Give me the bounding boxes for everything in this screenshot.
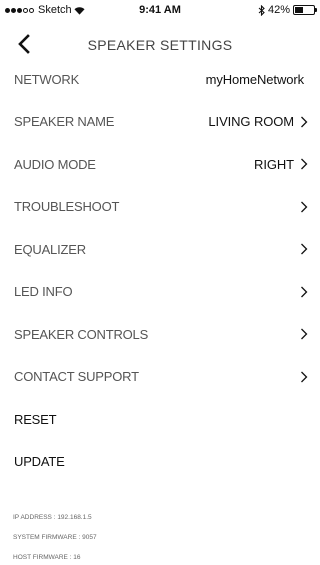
setting-value: LIVING ROOM <box>208 114 294 130</box>
setting-value-group: RIGHT <box>254 157 308 172</box>
setting-row-equalizer[interactable]: EQUALIZER <box>0 228 320 271</box>
setting-row-speaker-name[interactable]: SPEAKER NAME LIVING ROOM <box>0 101 320 144</box>
status-bar: Sketch 9:41 AM 42% <box>0 0 320 20</box>
setting-label: CONTACT SUPPORT <box>14 369 139 385</box>
setting-label: SPEAKER NAME <box>14 114 115 130</box>
setting-value-group: myHomeNetwork <box>206 72 308 87</box>
setting-value-group: LIVING ROOM <box>208 114 308 129</box>
chevron-right-icon <box>301 243 308 255</box>
settings-list: NETWORK myHomeNetwork SPEAKER NAME LIVIN… <box>0 58 320 483</box>
setting-label: EQUALIZER <box>14 241 86 257</box>
setting-label: LED INFO <box>14 284 73 300</box>
setting-label: RESET <box>14 411 57 427</box>
setting-value-group <box>300 286 308 298</box>
host-firmware-text: HOST FIRMWARE : 16 <box>13 554 81 561</box>
chevron-right-icon <box>301 328 308 340</box>
setting-value-group <box>300 201 308 213</box>
update-button[interactable]: UPDATE <box>0 441 320 484</box>
setting-value-group <box>300 328 308 340</box>
reset-button[interactable]: RESET <box>0 398 320 441</box>
setting-value: RIGHT <box>254 156 294 172</box>
chevron-right-icon <box>301 116 308 128</box>
status-right: 42% <box>258 4 317 16</box>
setting-row-contact-support[interactable]: CONTACT SUPPORT <box>0 356 320 399</box>
setting-row-audio-mode[interactable]: AUDIO MODE RIGHT <box>0 143 320 186</box>
bluetooth-icon <box>258 4 265 16</box>
chevron-right-icon <box>301 286 308 298</box>
setting-value-group <box>300 243 308 255</box>
page-title: SPEAKER SETTINGS <box>87 37 233 53</box>
ip-address-text: IP ADDRESS : 192.168.1.5 <box>13 514 92 521</box>
setting-row-speaker-controls[interactable]: SPEAKER CONTROLS <box>0 313 320 356</box>
setting-label: SPEAKER CONTROLS <box>14 326 149 342</box>
battery-icon <box>293 5 317 15</box>
setting-label: NETWORK <box>14 71 80 87</box>
setting-row-led-info[interactable]: LED INFO <box>0 271 320 314</box>
chevron-right-icon <box>301 158 308 170</box>
system-firmware-text: SYSTEM FIRMWARE : 9057 <box>13 534 97 541</box>
setting-value: myHomeNetwork <box>205 71 304 87</box>
setting-label: UPDATE <box>14 454 65 470</box>
setting-label: TROUBLESHOOT <box>14 199 120 215</box>
battery-level-fill <box>295 7 303 13</box>
setting-value-group <box>300 371 308 383</box>
battery-percent: 42% <box>267 4 290 16</box>
setting-row-troubleshoot[interactable]: TROUBLESHOOT <box>0 186 320 229</box>
setting-label: AUDIO MODE <box>14 156 96 172</box>
chevron-right-icon <box>301 371 308 383</box>
device-info: IP ADDRESS : 192.168.1.5 SYSTEM FIRMWARE… <box>13 514 97 565</box>
setting-row-network[interactable]: NETWORK myHomeNetwork <box>0 58 320 101</box>
chevron-right-icon <box>301 201 308 213</box>
